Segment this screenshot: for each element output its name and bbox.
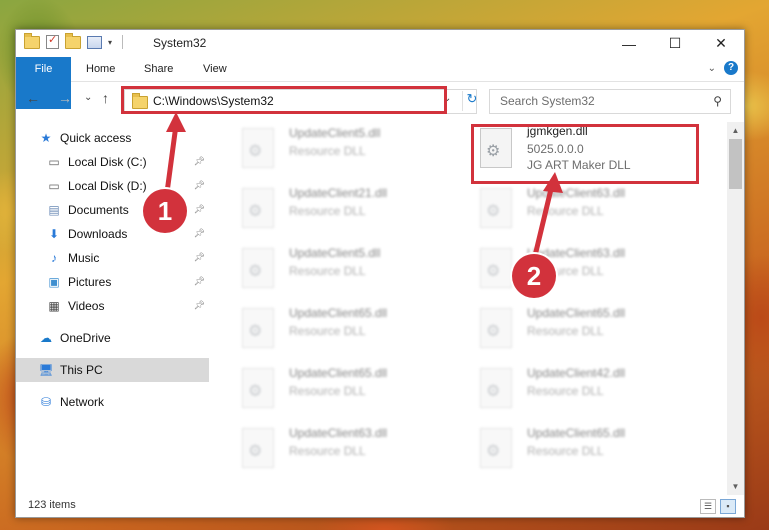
annotation-arrows — [163, 112, 563, 263]
arrow-1-head — [166, 112, 186, 132]
arrow-2 — [531, 182, 555, 263]
step-marker-1: 1 — [143, 189, 187, 233]
arrow-2-head — [543, 172, 563, 193]
step-marker-2: 2 — [512, 254, 556, 298]
